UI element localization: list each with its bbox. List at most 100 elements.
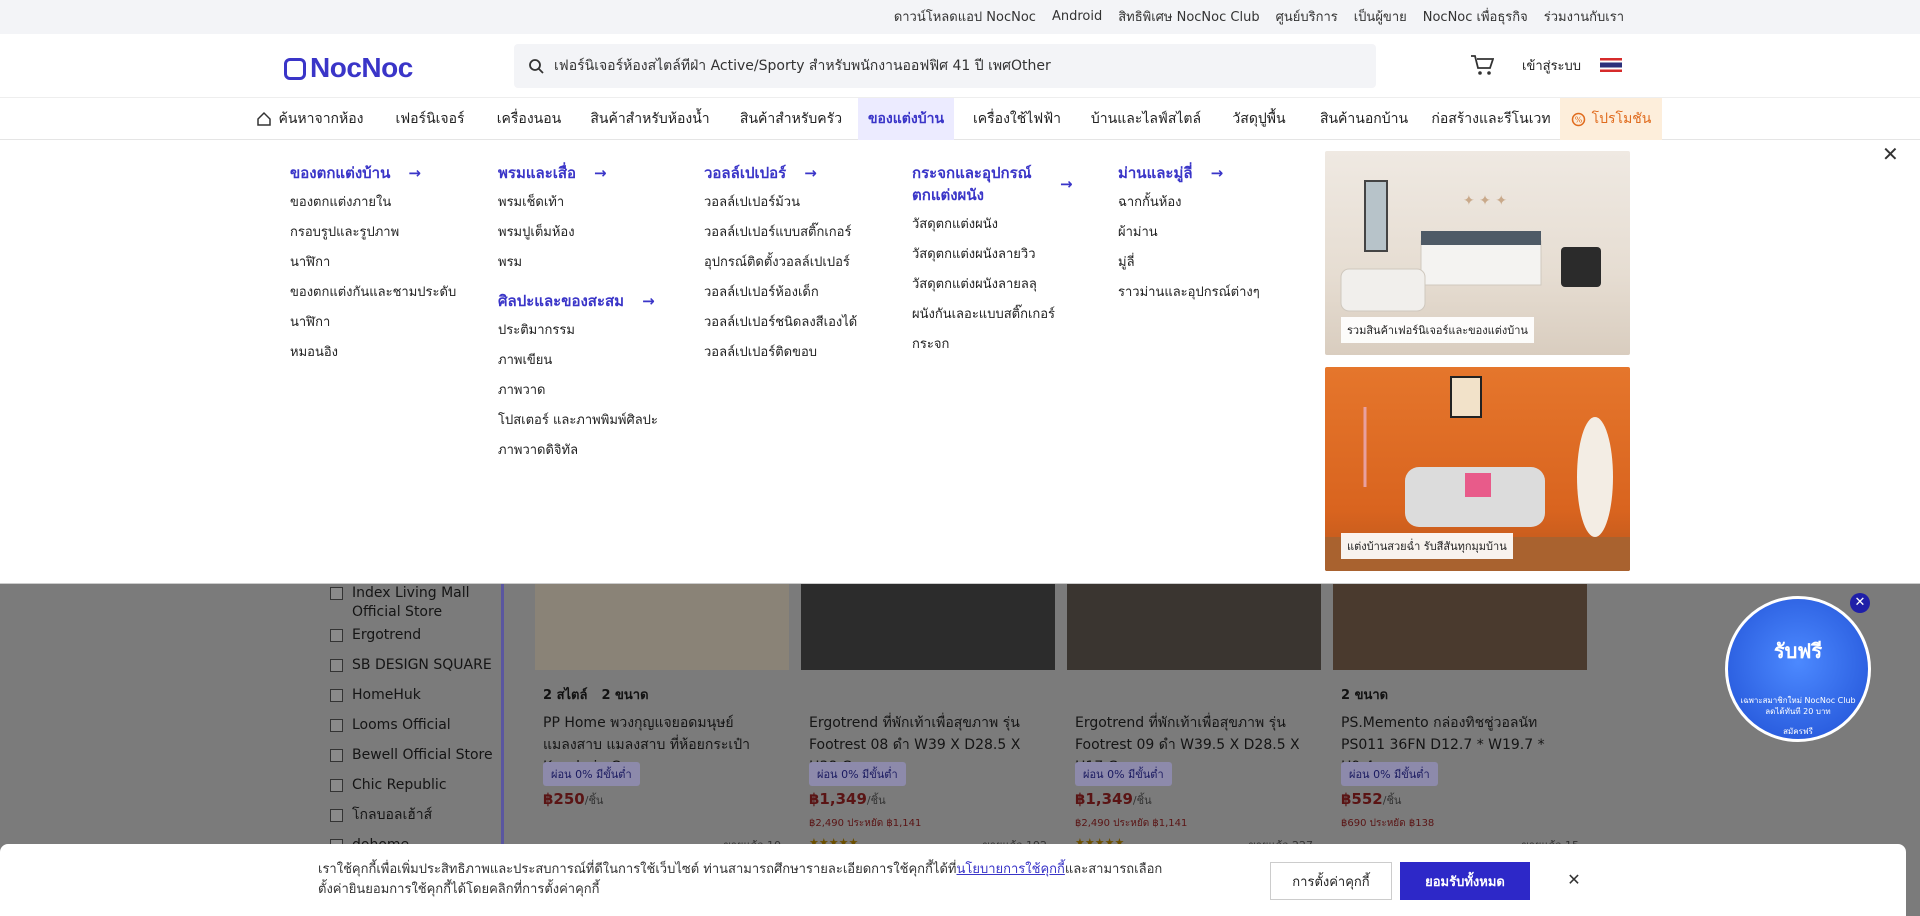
menu-heading-wallpaper[interactable]: วอลล์เปเปอร์ → xyxy=(704,158,857,188)
close-consent-icon[interactable]: ✕ xyxy=(1560,864,1588,894)
close-badge-icon[interactable]: ✕ xyxy=(1850,593,1870,613)
product-price: ฿250/ชิ้น xyxy=(543,790,604,808)
nav-renovation[interactable]: ก่อสร้างและรีโนเวท xyxy=(1426,98,1556,140)
menu-column-curtains: ม่านและมู่ลี่ → ฉากกั้นห้อง ผ้าม่าน มู่ลี… xyxy=(1118,158,1260,308)
menu-item[interactable]: ผนังกันเลอะแบบสติ๊กเกอร์ xyxy=(912,300,1080,330)
menu-item[interactable]: ของตกแต่งภายใน xyxy=(290,188,456,218)
logo-text: NocNoc xyxy=(310,52,413,83)
menu-heading-label: ม่านและมู่ลี่ xyxy=(1118,164,1193,182)
careers-link[interactable]: ร่วมงานกับเรา xyxy=(1544,6,1624,27)
free-gift-badge[interactable]: ✕ รับฟรี เฉพาะสมาชิกใหม่ NocNoc Club ลดได… xyxy=(1725,593,1871,742)
nav-home-decor[interactable]: ของแต่งบ้าน xyxy=(858,98,954,140)
logo[interactable]: NocNoc xyxy=(284,52,413,84)
menu-item[interactable]: กระจก xyxy=(912,330,1080,360)
menu-heading-mirrors[interactable]: กระจกและอุปกรณ์ตกแต่งผนัง → xyxy=(912,158,1080,210)
nav-home-lifestyle[interactable]: บ้านและไลฟ์สไตล์ xyxy=(1080,98,1212,140)
menu-item[interactable]: ประติมากรรม xyxy=(498,316,658,346)
business-link[interactable]: NocNoc เพื่อธุรกิจ xyxy=(1423,6,1528,27)
brand-filter-item[interactable]: โกลบอลเฮ้าส์ xyxy=(330,806,432,825)
menu-item[interactable]: นาฬิกา xyxy=(290,248,456,278)
menu-heading-rugs[interactable]: พรมและเสื่อ → xyxy=(498,158,658,188)
brand-filter-item[interactable]: Looms Official xyxy=(330,716,451,735)
nav-outdoor[interactable]: สินค้านอกบ้าน xyxy=(1306,98,1422,140)
checkbox[interactable] xyxy=(330,659,343,672)
brand-filter-item[interactable]: SB DESIGN SQUARE xyxy=(330,656,492,675)
menu-item[interactable]: ภาพวาดดิจิทัล xyxy=(498,436,658,466)
become-seller-link[interactable]: เป็นผู้ขาย xyxy=(1354,6,1407,27)
free-gift-title: รับฟรี xyxy=(1773,639,1823,663)
search-input[interactable]: เฟอร์นิเจอร์ห้องสไตล์ทีฝ่า Active/Sporty… xyxy=(514,44,1376,88)
menu-item[interactable]: พรม xyxy=(498,248,658,278)
original-price: ฿2,490 ประหยัด ฿1,141 xyxy=(809,818,922,829)
nav-promotion[interactable]: % โปรโมชัน xyxy=(1560,98,1662,140)
menu-heading-label: วอลล์เปเปอร์ xyxy=(704,164,787,182)
brand-filter-item[interactable]: HomeHuk xyxy=(330,686,421,705)
nocnoc-club-link[interactable]: สิทธิพิเศษ NocNoc Club xyxy=(1118,6,1259,27)
menu-item[interactable]: วอลล์เปเปอร์แบบสติ๊กเกอร์ xyxy=(704,218,857,248)
product-image xyxy=(1333,584,1587,670)
checkbox[interactable] xyxy=(330,629,343,642)
nav-furniture[interactable]: เฟอร์นิเจอร์ xyxy=(380,98,480,140)
menu-heading-curtains[interactable]: ม่านและมู่ลี่ → xyxy=(1118,158,1260,188)
brand-filter-item[interactable]: Index Living Mall Official Store xyxy=(330,584,492,622)
menu-item[interactable]: ผ้าม่าน xyxy=(1118,218,1260,248)
menu-item[interactable]: ของตกแต่งกันและชามประดับ xyxy=(290,278,456,308)
product-image xyxy=(1067,584,1321,670)
menu-item[interactable]: วอลล์เปเปอร์ติดขอบ xyxy=(704,338,857,368)
menu-item[interactable]: ภาพเขียน xyxy=(498,346,658,376)
menu-item[interactable]: มู่ลี่ xyxy=(1118,248,1260,278)
menu-item[interactable]: วัสดุตกแต่งผนัง xyxy=(912,210,1080,240)
menu-heading-label: พรมและเสื่อ xyxy=(498,164,577,182)
menu-item[interactable]: ภาพวาด xyxy=(498,376,658,406)
nav-bedding[interactable]: เครื่องนอน xyxy=(484,98,574,140)
menu-item[interactable]: วอลล์เปเปอร์ชนิดลงสีเองได้ xyxy=(704,308,857,338)
menu-item[interactable]: วอลล์เปเปอร์ห้องเด็ก xyxy=(704,278,857,308)
menu-item[interactable]: หมอนอิง xyxy=(290,338,456,368)
menu-heading-decor[interactable]: ของตกแต่งบ้าน → xyxy=(290,158,456,188)
cookie-policy-link[interactable]: นโยบายการใช้คุกกี้ xyxy=(956,862,1064,877)
cookie-settings-button[interactable]: การตั้งค่าคุกกี้ xyxy=(1270,862,1392,900)
checkbox[interactable] xyxy=(330,779,343,792)
menu-item[interactable]: นาฬิกา xyxy=(290,308,456,338)
category-nav: ค้นหาจากห้อง เฟอร์นิเจอร์ เครื่องนอน สิน… xyxy=(0,98,1920,140)
brand-label: Bewell Official Store xyxy=(352,747,493,763)
menu-item[interactable]: วัสดุตกแต่งผนังลายวิว xyxy=(912,240,1080,270)
nav-flooring[interactable]: วัสดุปูพื้น xyxy=(1216,98,1302,140)
menu-item[interactable]: ราวม่านและอุปกรณ์ต่างๆ xyxy=(1118,278,1260,308)
menu-item[interactable]: โปสเตอร์ และภาพพิมพ์ศิลปะ xyxy=(498,406,658,436)
top-bar: ดาวน์โหลดแอป NocNoc Android สิทธิพิเศษ N… xyxy=(0,0,1920,34)
nav-shop-by-room[interactable]: ค้นหาจากห้อง xyxy=(244,98,376,140)
brand-filter-item[interactable]: Bewell Official Store xyxy=(330,746,493,765)
promo-banner-colors[interactable]: แต่งบ้านสวยฉ่ำ รับสีสันทุกมุมบ้าน xyxy=(1325,367,1630,571)
header: NocNoc เฟอร์นิเจอร์ห้องสไตล์ทีฝ่า Active… xyxy=(0,34,1920,98)
close-menu-icon[interactable]: ✕ xyxy=(1882,142,1899,166)
checkbox[interactable] xyxy=(330,689,343,702)
checkbox[interactable] xyxy=(330,809,343,822)
checkbox[interactable] xyxy=(330,719,343,732)
menu-item[interactable]: พรมปูเต็มห้อง xyxy=(498,218,658,248)
brand-filter-item[interactable]: Ergotrend xyxy=(330,626,421,645)
product-variants: 2 สไตล์ 2 ขนาด xyxy=(543,688,649,703)
android-link[interactable]: Android xyxy=(1052,9,1102,24)
promo-banner-furniture[interactable]: ✦ ✦ ✦ รวมสินค้าเฟอร์นิเจอร์และของแต่งบ้า… xyxy=(1325,151,1630,355)
login-button[interactable]: เข้าสู่ระบบ xyxy=(1508,48,1595,82)
thai-flag-icon[interactable] xyxy=(1600,58,1622,72)
menu-item[interactable]: พรมเช็ดเท้า xyxy=(498,188,658,218)
checkbox[interactable] xyxy=(330,587,343,600)
nav-bathroom[interactable]: สินค้าสำหรับห้องน้ำ xyxy=(578,98,722,140)
menu-item[interactable]: อุปกรณ์ติดตั้งวอลล์เปเปอร์ xyxy=(704,248,857,278)
menu-item[interactable]: วอลล์เปเปอร์ม้วน xyxy=(704,188,857,218)
cart-icon[interactable] xyxy=(1470,54,1494,76)
service-center-link[interactable]: ศูนย์บริการ xyxy=(1276,6,1338,27)
menu-heading-art[interactable]: ศิลปะและของสะสม → xyxy=(498,286,658,316)
svg-text:✦ ✦ ✦: ✦ ✦ ✦ xyxy=(1463,193,1507,209)
accept-all-button[interactable]: ยอมรับทั้งหมด xyxy=(1400,862,1530,900)
free-gift-cta[interactable]: สมัครฟรี xyxy=(1728,725,1868,738)
checkbox[interactable] xyxy=(330,749,343,762)
menu-item[interactable]: ฉากกั้นห้อง xyxy=(1118,188,1260,218)
nav-kitchen[interactable]: สินค้าสำหรับครัว xyxy=(726,98,856,140)
brand-filter-item[interactable]: Chic Republic xyxy=(330,776,447,795)
menu-item[interactable]: วัสดุตกแต่งผนังลายลลุ xyxy=(912,270,1080,300)
nav-appliances[interactable]: เครื่องใช้ไฟฟ้า xyxy=(958,98,1076,140)
menu-item[interactable]: กรอบรูปและรูปภาพ xyxy=(290,218,456,248)
